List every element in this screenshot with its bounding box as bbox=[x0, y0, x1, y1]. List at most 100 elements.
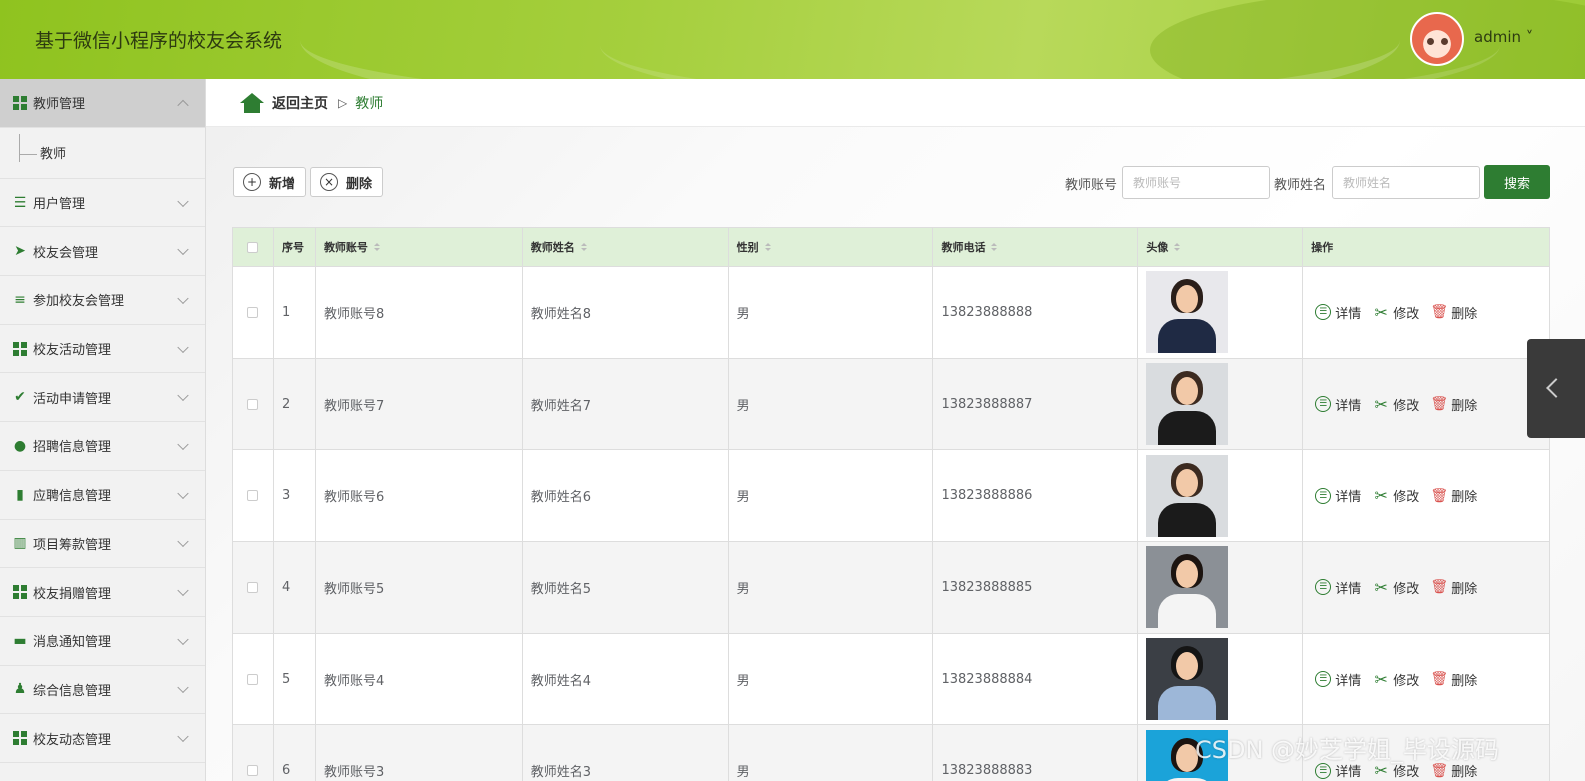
row-select-cell bbox=[233, 450, 274, 543]
home-icon[interactable] bbox=[240, 92, 264, 113]
app-title: 基于微信小程序的校友会系统 bbox=[35, 30, 283, 52]
sidebar-item-donation[interactable]: 校友捐赠管理 bbox=[0, 568, 205, 617]
grid-icon bbox=[12, 341, 28, 357]
sidebar-item-teacher-management[interactable]: 教师管理 bbox=[0, 79, 205, 128]
row-checkbox[interactable] bbox=[247, 581, 259, 593]
row-checkbox[interactable] bbox=[247, 673, 259, 685]
col-header-name[interactable]: 教师姓名 bbox=[522, 228, 729, 267]
row-select-cell bbox=[233, 358, 274, 451]
book-icon: ▮ bbox=[16, 486, 24, 503]
sort-icon[interactable] bbox=[764, 243, 771, 251]
batch-delete-button[interactable]: × 删除 bbox=[310, 167, 383, 197]
sidebar-item-fundraising[interactable]: ▥ 项目筹款管理 bbox=[0, 520, 205, 569]
col-header-phone[interactable]: 教师电话 bbox=[933, 228, 1139, 267]
col-header-label: 教师电话 bbox=[941, 241, 986, 254]
trash-icon: 🗑 bbox=[1430, 304, 1449, 321]
cell-no: 4 bbox=[273, 542, 316, 634]
sidebar-item-recruitment[interactable]: ● 招聘信息管理 bbox=[0, 422, 205, 471]
user-menu[interactable]: admin ˅ bbox=[1474, 28, 1533, 46]
sidebar-item-label: 项目筹款管理 bbox=[33, 537, 112, 553]
detail-button[interactable]: ☰ 详情 bbox=[1315, 578, 1361, 597]
cell-phone: 13823888885 bbox=[933, 542, 1139, 634]
user-avatar[interactable] bbox=[1410, 12, 1464, 66]
add-button[interactable]: + 新增 bbox=[233, 167, 306, 197]
chevron-down-icon bbox=[177, 390, 189, 402]
grid-icon bbox=[12, 730, 28, 746]
cell-no: 2 bbox=[273, 358, 316, 451]
name-search-label: 教师姓名 bbox=[1274, 178, 1327, 193]
account-search-label: 教师账号 bbox=[1065, 178, 1118, 193]
sidebar-item-label: 校友活动管理 bbox=[33, 343, 112, 359]
sidebar-item-alumni-association[interactable]: ➤ 校友会管理 bbox=[0, 227, 205, 277]
sidebar-item-join-association[interactable]: ≡ 参加校友会管理 bbox=[0, 276, 205, 325]
col-header-gender[interactable]: 性别 bbox=[728, 228, 934, 267]
detail-label: 详情 bbox=[1335, 306, 1362, 322]
chevron-down-icon bbox=[177, 292, 189, 304]
trash-icon: 🗑 bbox=[1430, 671, 1449, 688]
teacher-table: 序号 教师账号 教师姓名 性别 教师电话 头像 操作 1 教师账号8 教师姓名8 男 1… bbox=[232, 227, 1550, 781]
chevron-down-icon bbox=[177, 682, 189, 694]
sort-icon[interactable] bbox=[1174, 243, 1181, 251]
cell-phone: 13823888888 bbox=[933, 267, 1139, 359]
detail-icon: ☰ bbox=[1315, 579, 1332, 596]
chevron-down-icon bbox=[177, 438, 189, 451]
add-button-label: 新增 bbox=[269, 176, 296, 192]
cell-no: 5 bbox=[273, 633, 316, 726]
edit-button[interactable]: ✂ 修改 bbox=[1373, 303, 1420, 322]
cell-phone: 13823888884 bbox=[933, 633, 1139, 726]
search-button[interactable]: 搜索 bbox=[1484, 165, 1550, 199]
row-checkbox[interactable] bbox=[247, 398, 259, 410]
sidebar-item-general-info[interactable]: ♟ 综合信息管理 bbox=[0, 666, 205, 715]
delete-button[interactable]: 🗑 删除 bbox=[1430, 395, 1477, 414]
detail-button[interactable]: ☰ 详情 bbox=[1315, 395, 1361, 414]
delete-button[interactable]: 🗑 删除 bbox=[1430, 303, 1478, 322]
sidebar-subitem-teacher[interactable]: 教师 bbox=[0, 127, 205, 179]
sidebar-item-notification[interactable]: ▬ 消息通知管理 bbox=[0, 617, 205, 666]
chevron-down-icon bbox=[177, 730, 189, 743]
select-all-checkbox[interactable] bbox=[247, 241, 259, 253]
wrench-icon: ✂ bbox=[1374, 669, 1388, 689]
sort-icon[interactable] bbox=[580, 243, 587, 251]
detail-button[interactable]: ☰ 详情 bbox=[1315, 303, 1361, 322]
delete-button[interactable]: 🗑 删除 bbox=[1430, 486, 1477, 506]
edit-button[interactable]: ✂ 修改 bbox=[1373, 486, 1420, 505]
detail-button[interactable]: ☰ 详情 bbox=[1315, 486, 1361, 505]
sort-icon[interactable] bbox=[991, 243, 998, 251]
delete-button[interactable]: 🗑 删除 bbox=[1430, 578, 1477, 597]
row-checkbox[interactable] bbox=[247, 306, 259, 318]
col-header-label: 头像 bbox=[1146, 241, 1169, 254]
sort-icon[interactable] bbox=[373, 243, 380, 251]
col-header-avatar[interactable]: 头像 bbox=[1138, 228, 1304, 267]
cell-account: 教师账号3 bbox=[316, 725, 523, 781]
collapse-panel-toggle[interactable] bbox=[1527, 339, 1585, 438]
sidebar-item-alumni-activity[interactable]: 校友活动管理 bbox=[0, 325, 205, 374]
row-checkbox[interactable] bbox=[247, 490, 259, 502]
sidebar-item-activity-application[interactable]: ✔ 活动申请管理 bbox=[0, 373, 205, 423]
breadcrumb-home[interactable]: 返回主页 bbox=[272, 93, 328, 113]
col-header-label: 教师账号 bbox=[323, 241, 368, 254]
detail-icon: ☰ bbox=[1315, 487, 1332, 504]
cell-name: 教师姓名4 bbox=[522, 633, 729, 726]
account-search-input[interactable] bbox=[1122, 166, 1270, 199]
sidebar-subitem-label: 教师 bbox=[40, 147, 67, 163]
wrench-icon: ✂ bbox=[1374, 577, 1388, 597]
row-select-cell bbox=[233, 542, 274, 634]
sidebar-item-label: 用户管理 bbox=[33, 197, 86, 213]
delete-button[interactable]: 🗑 删除 bbox=[1430, 670, 1477, 689]
sliders-icon: ☰ bbox=[13, 194, 27, 211]
breadcrumb: 返回主页 ▷ 教师 bbox=[206, 79, 1585, 127]
sidebar-item-alumni-news[interactable]: 校友动态管理 bbox=[0, 714, 205, 763]
delete-label: 删除 bbox=[1451, 306, 1478, 322]
sidebar-item-job-application[interactable]: ▮ 应聘信息管理 bbox=[0, 471, 205, 520]
edit-button[interactable]: ✂ 修改 bbox=[1373, 577, 1420, 597]
name-search-input[interactable] bbox=[1332, 166, 1480, 199]
col-header-account[interactable]: 教师账号 bbox=[315, 228, 523, 267]
select-all-cell bbox=[233, 228, 274, 267]
sidebar-item-user-management[interactable]: ☰ 用户管理 bbox=[0, 179, 205, 228]
row-checkbox[interactable] bbox=[247, 765, 259, 777]
edit-button[interactable]: ✂ 修改 bbox=[1373, 669, 1420, 689]
detail-button[interactable]: ☰ 详情 bbox=[1315, 670, 1361, 689]
edit-button[interactable]: ✂ 修改 bbox=[1373, 395, 1420, 414]
sidebar-item-label: 招聘信息管理 bbox=[33, 440, 112, 456]
cell-gender: 男 bbox=[728, 542, 934, 634]
